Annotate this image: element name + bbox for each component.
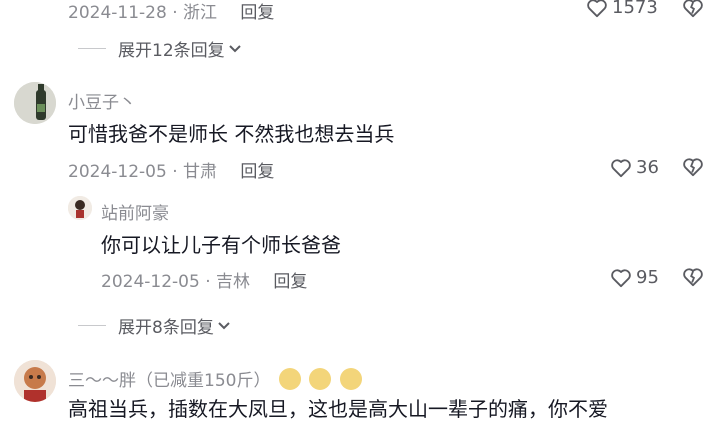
like-button[interactable]: 1573 xyxy=(586,0,658,18)
reply-avatar[interactable] xyxy=(68,196,92,220)
reply-meta: 2024-12-05 · 吉林 回复 xyxy=(101,272,308,292)
like-count: 95 xyxy=(636,267,659,288)
reply-button[interactable]: 回复 xyxy=(240,162,274,182)
divider xyxy=(78,325,106,326)
dislike-heart-icon xyxy=(683,158,703,177)
comment-username-row: 三～～胖（已减重150斤） xyxy=(68,366,362,391)
like-button[interactable]: 36 xyxy=(610,157,659,178)
dislike-heart-icon xyxy=(683,0,703,18)
dislike-heart-icon xyxy=(683,268,703,287)
comment-text: 高祖当兵，插数在大凤旦，这也是高大山一辈子的痛，你不爱 xyxy=(68,397,608,421)
expand-replies-button[interactable]: 展开12条回复 xyxy=(78,36,242,61)
cartoon-avatar-image xyxy=(14,360,56,402)
comment-meta: 2024-12-05 · 甘肃 回复 xyxy=(68,162,275,182)
dislike-button[interactable] xyxy=(682,267,704,291)
dislike-button[interactable] xyxy=(682,157,704,181)
character-avatar-image xyxy=(68,196,92,220)
chevron-down-icon xyxy=(218,321,230,329)
comment-meta: 2024-11-28 · 浙江 回复 xyxy=(68,3,275,23)
heart-icon xyxy=(587,0,607,17)
emoji-icon xyxy=(309,368,332,390)
bottle-avatar-image xyxy=(14,82,56,124)
like-button[interactable]: 95 xyxy=(610,267,659,288)
like-count: 36 xyxy=(636,157,659,178)
heart-icon xyxy=(611,158,631,177)
avatar[interactable] xyxy=(14,82,56,124)
expand-replies-label: 展开8条回复 xyxy=(118,318,214,338)
emoji-icon xyxy=(278,368,301,390)
comment-location: 甘肃 xyxy=(183,162,218,182)
expand-replies-label: 展开12条回复 xyxy=(118,41,225,61)
heart-icon xyxy=(611,268,631,287)
comment-username[interactable]: 三～～胖（已减重150斤） xyxy=(68,371,270,391)
comment-location: 浙江 xyxy=(183,3,218,23)
dislike-button[interactable] xyxy=(682,0,704,22)
reply-button[interactable]: 回复 xyxy=(240,3,274,23)
comment-text: 可惜我爸不是师长 不然我也想去当兵 xyxy=(68,122,395,146)
comment-username[interactable]: 小豆子丶 xyxy=(68,88,136,113)
like-count: 1573 xyxy=(612,0,658,18)
divider xyxy=(78,48,106,49)
reply-location: 吉林 xyxy=(216,272,251,292)
reply-date: 2024-12-05 xyxy=(101,272,200,292)
reply-button[interactable]: 回复 xyxy=(273,272,307,292)
emoji-icon xyxy=(339,368,362,390)
chevron-down-icon xyxy=(228,44,241,52)
reply-username[interactable]: 站前阿豪 xyxy=(101,199,169,224)
comment-date: 2024-12-05 xyxy=(68,162,167,182)
expand-replies-button[interactable]: 展开8条回复 xyxy=(78,313,231,338)
avatar[interactable] xyxy=(14,360,56,402)
reply-text: 你可以让儿子有个师长爸爸 xyxy=(101,233,341,257)
comment-date: 2024-11-28 xyxy=(68,3,167,23)
